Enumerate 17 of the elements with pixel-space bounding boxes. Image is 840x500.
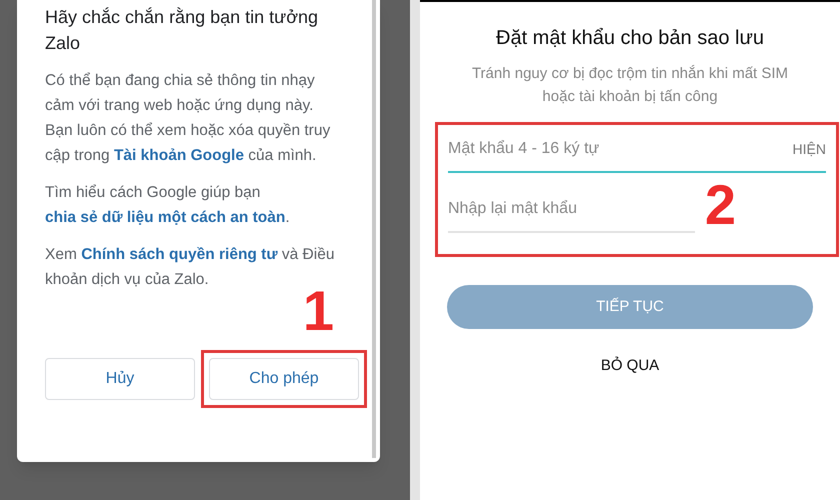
field-placeholder: Nhập lại mật khẩu — [448, 199, 577, 219]
screen-subtitle: Tránh nguy cơ bị đọc trộm tin nhắn khi mất SIM hoặc tài khoản bị tấn công — [470, 64, 790, 107]
field-placeholder: Mật khẩu 4 - 16 ký tự — [448, 139, 600, 159]
text-link[interactable]: chia sẻ dữ liệu một cách an toàn — [45, 209, 286, 226]
step-number: 2 — [704, 177, 736, 233]
dialog-button[interactable]: Cho phép — [209, 358, 359, 400]
text-link[interactable]: Tài khoản Google — [114, 147, 244, 164]
password-field[interactable]: Mật khẩu 4 - 16 ký tự HIỆN — [448, 127, 826, 173]
dialog-title: Hãy chắc chắn rằng bạn tin tưởng Zalo — [45, 6, 320, 55]
screen-title: Đặt mật khẩu cho bản sao lưu — [496, 26, 764, 51]
show-password-toggle[interactable]: HIỆN — [792, 138, 826, 160]
dialog-button[interactable]: Hủy — [45, 358, 195, 400]
skip-button[interactable]: BỎ QUA — [600, 355, 660, 378]
text-link[interactable]: Chính sách quyền riêng tư — [81, 246, 278, 263]
dialog-paragraph: Tìm hiểu cách Google giúp bạn chia sẻ dữ liệu một cách an toàn. — [45, 183, 291, 228]
dialog-paragraph: Có thể bạn đang chia sẻ thông tin nhạy cảm với trang web hoặc ứng dụng này. Bạn luôn có thể xem hoặc xóa quyền truy cập trong Tài khoản Google của mình. — [45, 71, 332, 166]
password-field[interactable]: Nhập lại mật khẩu — [448, 187, 695, 233]
